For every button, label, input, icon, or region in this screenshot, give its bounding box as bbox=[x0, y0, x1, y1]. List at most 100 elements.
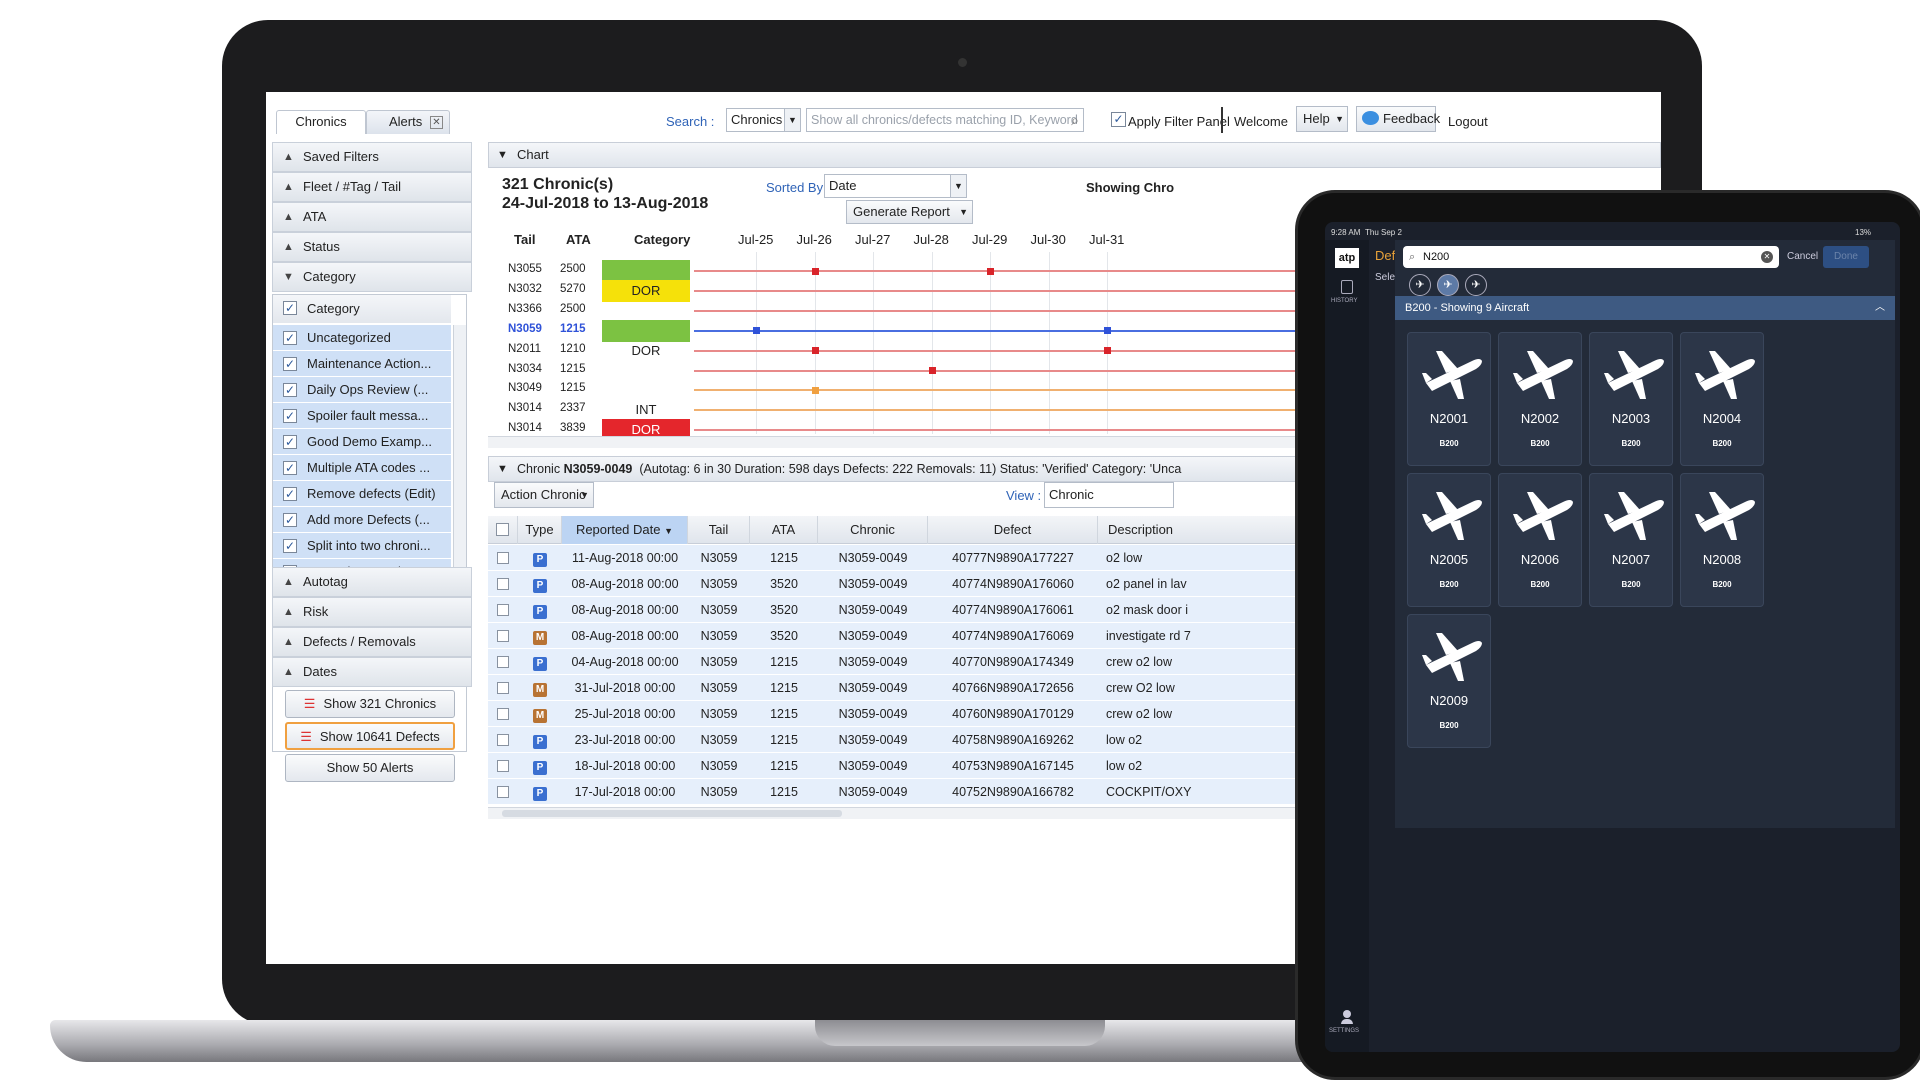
category-checkbox[interactable]: ✓ bbox=[283, 383, 297, 397]
category-checkbox[interactable]: ✓ bbox=[283, 357, 297, 371]
category-item[interactable]: ✓ Daily Ops Review (... bbox=[273, 377, 451, 403]
search-input[interactable]: Show all chronics/defects matching ID, K… bbox=[806, 108, 1084, 132]
type-filter-chip[interactable]: ✈ bbox=[1465, 274, 1487, 296]
row-tail[interactable]: N3034 bbox=[508, 363, 542, 375]
clear-icon[interactable]: ✕ bbox=[1761, 251, 1773, 263]
category-item[interactable]: ✓ Split into two chroni... bbox=[273, 533, 451, 559]
table-scrollbar[interactable] bbox=[488, 807, 1308, 819]
row-tail[interactable]: N3059 bbox=[508, 323, 542, 335]
help-button[interactable]: Help ▼ bbox=[1296, 106, 1348, 132]
table-row[interactable]: P 08-Aug-2018 00:00 N3059 3520 N3059-0049 407… bbox=[488, 597, 1308, 623]
show-alerts-button[interactable]: Show 50 Alerts bbox=[285, 754, 455, 782]
row-checkbox[interactable] bbox=[497, 734, 509, 746]
category-checkbox[interactable]: ✓ bbox=[283, 409, 297, 423]
category-item[interactable]: ✓ Good Demo Examp... bbox=[273, 429, 451, 455]
tab-alerts[interactable]: Alerts ✕ bbox=[366, 110, 450, 134]
show-chronics-button[interactable]: ☰ Show 321 Chronics bbox=[285, 690, 455, 718]
close-icon[interactable]: ✕ bbox=[430, 116, 443, 129]
apply-filter-checkbox[interactable]: ✓ bbox=[1111, 112, 1126, 127]
filter-defects-removals[interactable]: ▲ Defects / Removals bbox=[272, 627, 472, 657]
done-button[interactable]: Done bbox=[1823, 246, 1869, 268]
aircraft-card[interactable]: N2003 B200 bbox=[1589, 332, 1673, 466]
aircraft-search-input[interactable]: ⌕ N200 ✕ bbox=[1403, 246, 1779, 268]
row-tail[interactable]: N3014 bbox=[508, 402, 542, 414]
row-tail[interactable]: N3366 bbox=[508, 303, 542, 315]
logout-link[interactable]: Logout bbox=[1448, 114, 1488, 129]
aircraft-card[interactable]: N2005 B200 bbox=[1407, 473, 1491, 607]
cancel-button[interactable]: Cancel bbox=[1787, 251, 1818, 262]
filter-ata[interactable]: ▲ ATA bbox=[272, 202, 472, 232]
table-row[interactable]: P 18-Jul-2018 00:00 N3059 1215 N3059-0049 407… bbox=[488, 753, 1308, 779]
category-checkbox[interactable]: ✓ bbox=[283, 461, 297, 475]
row-checkbox[interactable] bbox=[497, 682, 509, 694]
row-checkbox[interactable] bbox=[497, 760, 509, 772]
filter-risk[interactable]: ▲ Risk bbox=[272, 597, 472, 627]
search-icon[interactable]: ⌕ bbox=[1071, 109, 1079, 131]
table-row[interactable]: M 31-Jul-2018 00:00 N3059 1215 N3059-0049 407… bbox=[488, 675, 1308, 701]
row-select-cell[interactable] bbox=[488, 623, 518, 651]
category-item[interactable]: ✓ Multiple ATA codes ... bbox=[273, 455, 451, 481]
filter-autotag[interactable]: ▲ Autotag bbox=[272, 567, 472, 597]
row-select-cell[interactable] bbox=[488, 649, 518, 677]
show-defects-button[interactable]: ☰ Show 10641 Defects bbox=[285, 722, 455, 750]
row-select-cell[interactable] bbox=[488, 545, 518, 573]
col-description[interactable]: Description bbox=[1098, 516, 1308, 544]
table-row[interactable]: P 11-Aug-2018 00:00 N3059 1215 N3059-0049 407… bbox=[488, 545, 1308, 571]
group-header[interactable]: B200 - Showing 9 Aircraft ︿ bbox=[1395, 296, 1895, 320]
history-icon[interactable] bbox=[1341, 280, 1353, 294]
category-item[interactable]: ✓ Spoiler fault messa... bbox=[273, 403, 451, 429]
table-row[interactable]: P 04-Aug-2018 00:00 N3059 1215 N3059-0049 407… bbox=[488, 649, 1308, 675]
aircraft-card[interactable]: N2006 B200 bbox=[1498, 473, 1582, 607]
category-item[interactable]: ✓ Uncategorized bbox=[273, 325, 451, 351]
category-checkbox[interactable]: ✓ bbox=[283, 513, 297, 527]
aircraft-card[interactable]: N2004 B200 bbox=[1680, 332, 1764, 466]
category-item[interactable]: ✓ Remove defects (Edit) bbox=[273, 481, 451, 507]
atp-logo[interactable]: atp bbox=[1335, 248, 1359, 268]
row-select-cell[interactable] bbox=[488, 597, 518, 625]
table-row[interactable]: P 17-Jul-2018 00:00 N3059 1215 N3059-0049 407… bbox=[488, 779, 1308, 805]
col-defect[interactable]: Defect bbox=[928, 516, 1098, 544]
filter-fleet[interactable]: ▲ Fleet / #Tag / Tail bbox=[272, 172, 472, 202]
col-reported-date[interactable]: Reported Date ▼ bbox=[562, 516, 688, 544]
row-tail[interactable]: N2011 bbox=[508, 343, 541, 355]
col-tail[interactable]: Tail bbox=[688, 516, 750, 544]
category-checkbox[interactable]: ✓ bbox=[283, 487, 297, 501]
feedback-button[interactable]: Feedback bbox=[1356, 106, 1440, 132]
row-tail[interactable]: N3055 bbox=[508, 263, 542, 275]
aircraft-card[interactable]: N2001 B200 bbox=[1407, 332, 1491, 466]
category-select-all-checkbox[interactable]: ✓ bbox=[283, 301, 297, 315]
select-all-checkbox[interactable] bbox=[496, 523, 509, 536]
aircraft-card[interactable]: N2009 B200 bbox=[1407, 614, 1491, 748]
row-select-cell[interactable] bbox=[488, 675, 518, 703]
chart-scrollbar[interactable] bbox=[488, 436, 1308, 448]
event-point[interactable] bbox=[811, 267, 819, 275]
event-point[interactable] bbox=[1104, 347, 1111, 355]
row-select-cell[interactable] bbox=[488, 571, 518, 599]
event-point[interactable] bbox=[987, 267, 994, 275]
filter-saved-filters[interactable]: ▲ Saved Filters bbox=[272, 142, 472, 172]
row-checkbox[interactable] bbox=[497, 578, 509, 590]
category-checkbox[interactable]: ✓ bbox=[283, 539, 297, 553]
row-tail[interactable]: N3049 bbox=[508, 382, 542, 394]
col-chronic[interactable]: Chronic bbox=[818, 516, 928, 544]
table-row[interactable]: P 23-Jul-2018 00:00 N3059 1215 N3059-0049 407… bbox=[488, 727, 1308, 753]
row-checkbox[interactable] bbox=[497, 786, 509, 798]
event-point[interactable] bbox=[1104, 327, 1111, 335]
chart-panel-header[interactable]: ▼ Chart bbox=[488, 142, 1661, 168]
select-all-cell[interactable] bbox=[488, 516, 518, 544]
filter-status[interactable]: ▲ Status bbox=[272, 232, 472, 262]
scrollbar-thumb[interactable] bbox=[502, 810, 842, 817]
table-row[interactable]: M 25-Jul-2018 00:00 N3059 1215 N3059-0049 407… bbox=[488, 701, 1308, 727]
row-tail[interactable]: N3014 bbox=[508, 422, 542, 434]
col-type[interactable]: Type bbox=[518, 516, 562, 544]
filter-category[interactable]: ▼ Category bbox=[272, 262, 472, 292]
row-checkbox[interactable] bbox=[497, 552, 509, 564]
category-checkbox[interactable]: ✓ bbox=[283, 435, 297, 449]
table-row[interactable]: M 08-Aug-2018 00:00 N3059 3520 N3059-0049 407… bbox=[488, 623, 1308, 649]
generate-report-button[interactable]: Generate Report ▼ bbox=[846, 200, 973, 224]
category-checkbox[interactable]: ✓ bbox=[283, 331, 297, 345]
sort-select[interactable]: Date ▼ bbox=[824, 174, 967, 198]
settings-icon[interactable] bbox=[1341, 1010, 1353, 1024]
search-scope-select[interactable]: Chronics ▼ bbox=[726, 108, 801, 132]
row-checkbox[interactable] bbox=[497, 656, 509, 668]
